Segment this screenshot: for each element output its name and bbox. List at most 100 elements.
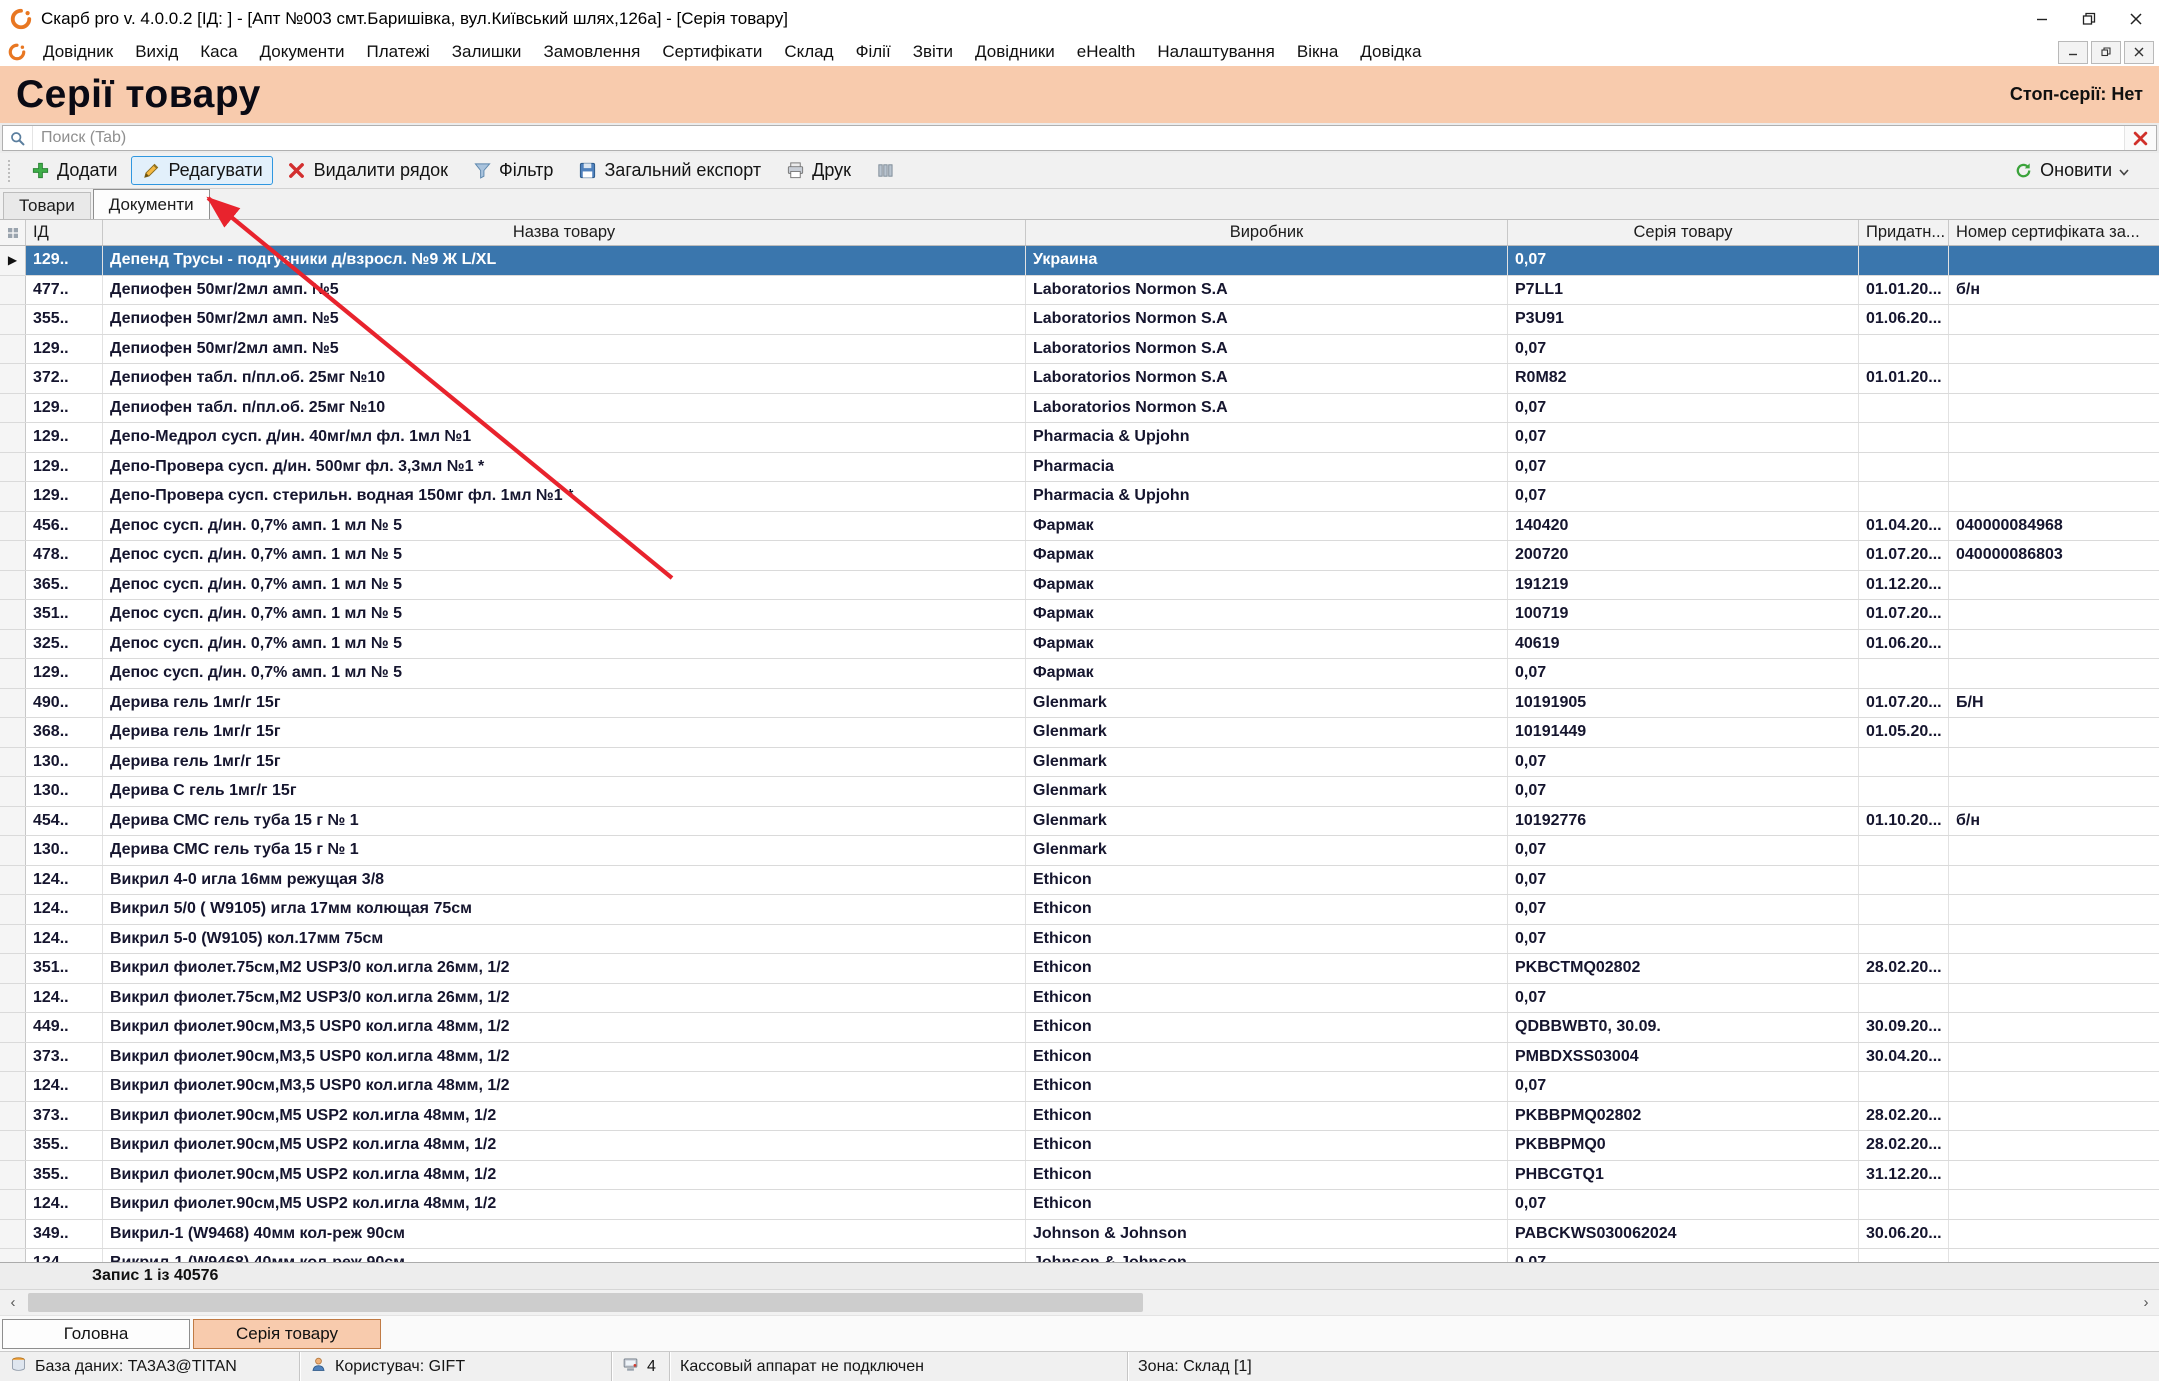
tab-dokumenty[interactable]: Документи [93, 189, 210, 219]
add-button[interactable]: Додати [20, 156, 127, 185]
column-header-expiry[interactable]: Придатн... [1859, 220, 1949, 245]
column-header-id[interactable]: ІД [26, 220, 103, 245]
menu-item-2[interactable]: Каса [189, 42, 248, 62]
mdi-close-button[interactable] [2124, 41, 2154, 64]
menu-item-0[interactable]: Довідник [32, 42, 124, 62]
table-row[interactable]: 129..Депо-Провера сусп. стерильн. водная… [0, 482, 2159, 512]
table-row[interactable]: 355..Викрил фиолет.90см,М5 USP2 кол.игла… [0, 1131, 2159, 1161]
menu-item-15[interactable]: Довідка [1349, 42, 1432, 62]
cell-manufacturer: Ethicon [1026, 925, 1508, 954]
choose-columns-button[interactable] [865, 157, 905, 185]
refresh-button[interactable]: Оновити [2003, 156, 2139, 185]
table-row[interactable]: 456..Депос сусп. д/ин. 0,7% амп. 1 мл № … [0, 512, 2159, 542]
export-button[interactable]: Загальний експорт [567, 156, 771, 185]
table-row[interactable]: 124..Викрил 5/0 ( W9105) игла 17мм колющ… [0, 895, 2159, 925]
zone-status: Зона: Склад [1] [1128, 1352, 2159, 1381]
menu-item-7[interactable]: Сертифікати [651, 42, 773, 62]
menu-item-13[interactable]: Налаштування [1146, 42, 1286, 62]
minimize-button[interactable] [2018, 0, 2065, 38]
row-marker [0, 1161, 26, 1190]
menu-item-14[interactable]: Вікна [1286, 42, 1349, 62]
filter-button[interactable]: Фільтр [462, 156, 563, 185]
table-row[interactable]: 129..Депо-Провера сусп. д/ин. 500мг фл. … [0, 453, 2159, 483]
table-row[interactable]: 355..Викрил фиолет.90см,М5 USP2 кол.игла… [0, 1161, 2159, 1191]
cell-id: 129.. [26, 453, 103, 482]
cell-series: 0,07 [1508, 482, 1859, 511]
mdi-minimize-button[interactable] [2058, 41, 2088, 64]
table-row[interactable]: 477..Депиофен 50мг/2мл амп. №5Laboratori… [0, 276, 2159, 306]
cell-expiry [1859, 659, 1949, 688]
table-row[interactable]: 372..Депиофен табл. п/пл.об. 25мг №10Lab… [0, 364, 2159, 394]
table-row[interactable]: 454..Дерива СМС гель туба 15 г № 1Glenma… [0, 807, 2159, 837]
cell-name: Викрил фиолет.90см,М5 USP2 кол.игла 48мм… [103, 1161, 1026, 1190]
table-row[interactable]: 130..Дерива гель 1мг/г 15гGlenmark0,07 [0, 748, 2159, 778]
scroll-right-icon[interactable]: › [2133, 1290, 2159, 1315]
table-row[interactable]: 129..Депо-Медрол сусп. д/ин. 40мг/мл фл.… [0, 423, 2159, 453]
table-row[interactable]: 129..Депиофен табл. п/пл.об. 25мг №10Lab… [0, 394, 2159, 424]
menu-item-12[interactable]: eHealth [1066, 42, 1147, 62]
table-row[interactable]: 129..Депиофен 50мг/2мл амп. №5Laboratori… [0, 335, 2159, 365]
tab-tovary[interactable]: Товари [3, 192, 91, 219]
edit-button[interactable]: Редагувати [131, 156, 272, 185]
table-row[interactable]: 129..Депос сусп. д/ин. 0,7% амп. 1 мл № … [0, 659, 2159, 689]
close-button[interactable] [2112, 0, 2159, 38]
cell-series: PMBDXSS03004 [1508, 1043, 1859, 1072]
table-row[interactable]: 130..Дерива СМС гель туба 15 г № 1Glenma… [0, 836, 2159, 866]
menu-item-10[interactable]: Звіти [902, 42, 964, 62]
menu-item-5[interactable]: Залишки [441, 42, 533, 62]
table-row[interactable]: 490..Дерива гель 1мг/г 15гGlenmark101919… [0, 689, 2159, 719]
horizontal-scrollbar[interactable]: ‹ › [0, 1289, 2159, 1315]
table-row[interactable]: 351..Викрил фиолет.75см,М2 USP3/0 кол.иг… [0, 954, 2159, 984]
clear-search-icon[interactable] [2124, 126, 2156, 150]
database-status: База даних: TA3A3@TITAN [0, 1352, 300, 1381]
table-row[interactable]: 365..Депос сусп. д/ин. 0,7% амп. 1 мл № … [0, 571, 2159, 601]
table-row[interactable]: 124..Викрил фиолет.90см,М5 USP2 кол.игла… [0, 1190, 2159, 1220]
cell-certificate [1949, 482, 2159, 511]
table-row[interactable]: 449..Викрил фиолет.90см,М3,5 USP0 кол.иг… [0, 1013, 2159, 1043]
window-tab-seriya-tovaru[interactable]: Серія товару [193, 1319, 381, 1349]
table-row[interactable]: 124..Викрил 4-0 игла 16мм режущая 3/8Eth… [0, 866, 2159, 896]
print-button[interactable]: Друк [775, 156, 861, 185]
table-row[interactable]: 373..Викрил фиолет.90см,М3,5 USP0 кол.иг… [0, 1043, 2159, 1073]
menu-item-11[interactable]: Довідники [964, 42, 1066, 62]
row-marker [0, 305, 26, 334]
menu-item-1[interactable]: Вихід [124, 42, 189, 62]
menu-item-8[interactable]: Склад [773, 42, 844, 62]
restore-button[interactable] [2065, 0, 2112, 38]
cell-certificate [1949, 1102, 2159, 1131]
table-row[interactable]: 124..Викрил фиолет.90см,М3,5 USP0 кол.иг… [0, 1072, 2159, 1102]
table-row[interactable]: 368..Дерива гель 1мг/г 15гGlenmark101914… [0, 718, 2159, 748]
row-marker [0, 1190, 26, 1219]
menu-item-3[interactable]: Документи [249, 42, 356, 62]
table-row[interactable]: 351..Депос сусп. д/ин. 0,7% амп. 1 мл № … [0, 600, 2159, 630]
scrollbar-thumb[interactable] [28, 1293, 1143, 1312]
cell-name: Викрил-1 (W9468) 40мм кол-реж 90см [103, 1249, 1026, 1262]
table-row[interactable]: 124..Викрил фиолет.75см,М2 USP3/0 кол.иг… [0, 984, 2159, 1014]
menu-item-9[interactable]: Філії [845, 42, 902, 62]
search-input[interactable] [33, 129, 2124, 147]
menu-item-6[interactable]: Замовлення [532, 42, 651, 62]
row-marker [0, 276, 26, 305]
table-row[interactable]: 349..Викрил-1 (W9468) 40мм кол-реж 90смJ… [0, 1220, 2159, 1250]
table-row[interactable]: 373..Викрил фиолет.90см,М5 USP2 кол.игла… [0, 1102, 2159, 1132]
table-row[interactable]: 355..Депиофен 50мг/2мл амп. №5Laboratori… [0, 305, 2159, 335]
table-row[interactable]: 124..Викрил 5-0 (W9105) кол.17мм 75смEth… [0, 925, 2159, 955]
delete-row-button[interactable]: Видалити рядок [277, 156, 458, 185]
table-row[interactable]: 478..Депос сусп. д/ин. 0,7% амп. 1 мл № … [0, 541, 2159, 571]
cell-certificate [1949, 925, 2159, 954]
table-row[interactable]: 325..Депос сусп. д/ин. 0,7% амп. 1 мл № … [0, 630, 2159, 660]
menu-item-4[interactable]: Платежі [355, 42, 440, 62]
column-header-manufacturer[interactable]: Виробник [1026, 220, 1508, 245]
table-row[interactable]: 124..Викрил-1 (W9468) 40мм кол-реж 90смJ… [0, 1249, 2159, 1262]
view-tabs: ТовариДокументи [0, 189, 2159, 219]
column-header-certificate[interactable]: Номер сертифіката за... [1949, 220, 2159, 245]
column-header-name[interactable]: Назва товару [103, 220, 1026, 245]
table-row[interactable]: 130..Дерива С гель 1мг/г 15гGlenmark0,07 [0, 777, 2159, 807]
table-row[interactable]: ▶129..Депенд Трусы - подгузники д/взросл… [0, 246, 2159, 276]
cell-certificate [1949, 246, 2159, 275]
window-tab-holovna[interactable]: Головна [2, 1319, 190, 1349]
scroll-left-icon[interactable]: ‹ [0, 1290, 26, 1315]
cell-expiry: 01.06.20... [1859, 630, 1949, 659]
column-header-series[interactable]: Серія товару [1508, 220, 1859, 245]
mdi-restore-button[interactable] [2091, 41, 2121, 64]
